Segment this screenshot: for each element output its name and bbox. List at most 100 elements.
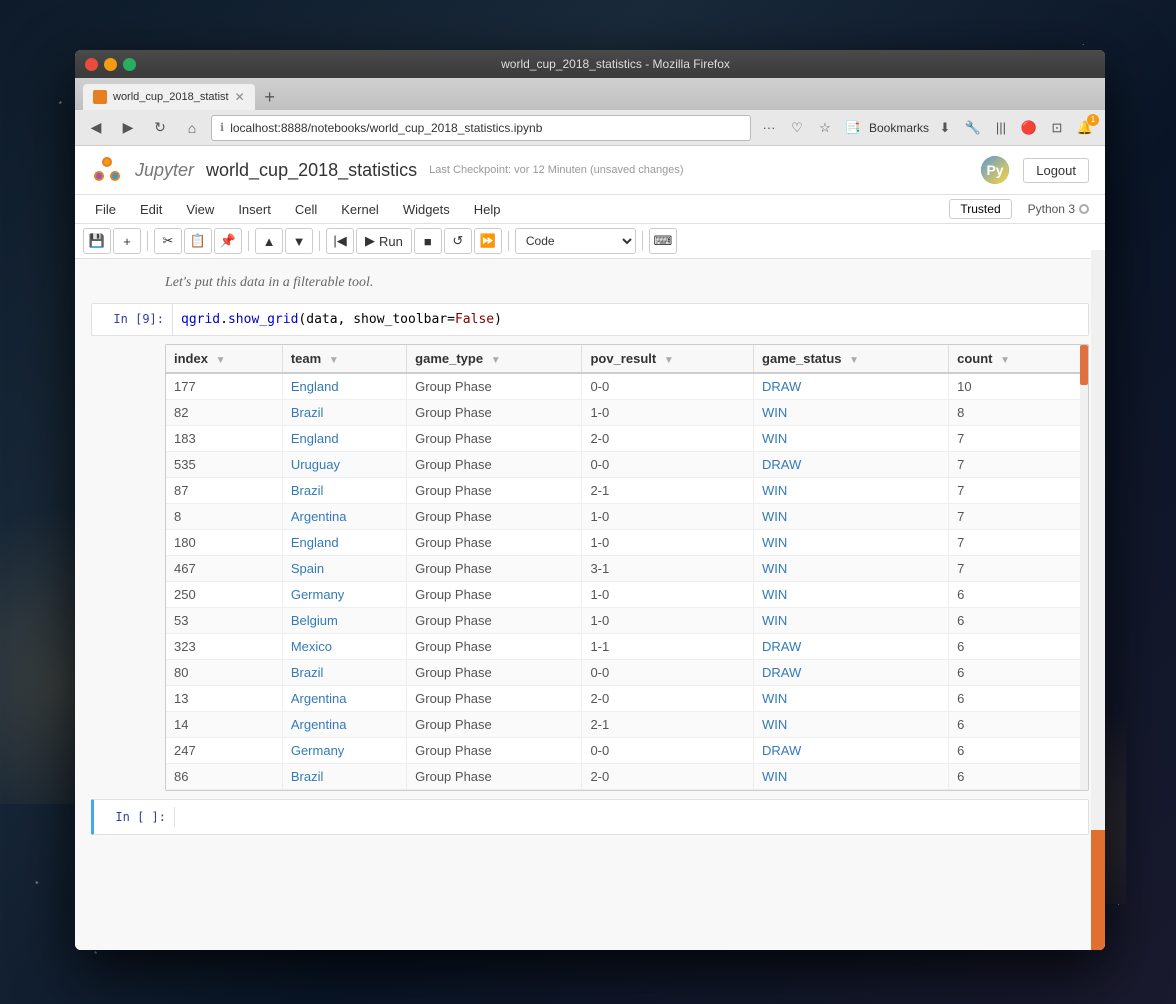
col-team[interactable]: team ▼: [282, 345, 406, 373]
page-scrollbar-thumb[interactable]: [1091, 830, 1105, 950]
download-button[interactable]: ⬇: [933, 116, 957, 140]
desktop: * · * · * · * · * · * world_cup_2018_sta…: [0, 0, 1176, 1004]
table-row[interactable]: 86 Brazil Group Phase 2-0 WIN 6: [166, 764, 1088, 790]
menu-view[interactable]: View: [182, 200, 218, 219]
table-row[interactable]: 8 Argentina Group Phase 1-0 WIN 7: [166, 504, 1088, 530]
menu-kernel[interactable]: Kernel: [337, 200, 383, 219]
trusted-button[interactable]: Trusted: [949, 199, 1011, 219]
filter-icon-pov-result[interactable]: ▼: [664, 355, 674, 366]
cell-game-status: WIN: [754, 400, 949, 426]
cell-pov-result: 2-0: [582, 764, 754, 790]
add-cell-button[interactable]: +: [113, 228, 141, 254]
empty-cell: In [ ]:: [91, 799, 1089, 835]
close-button[interactable]: [85, 58, 98, 71]
cell-game-type: Group Phase: [407, 504, 582, 530]
col-game-status[interactable]: game_status ▼: [754, 345, 949, 373]
cell-prompt: In [9]:: [92, 304, 172, 334]
cell-index: 535: [166, 452, 282, 478]
tab-close-button[interactable]: ✕: [235, 90, 245, 104]
interrupt-button[interactable]: ■: [414, 228, 442, 254]
code-cell: In [9]: qgrid.show_grid(data, show_toolb…: [91, 303, 1089, 336]
table-row[interactable]: 250 Germany Group Phase 1-0 WIN 6: [166, 582, 1088, 608]
cell-pov-result: 2-0: [582, 686, 754, 712]
table-row[interactable]: 87 Brazil Group Phase 2-1 WIN 7: [166, 478, 1088, 504]
cell-game-type: Group Phase: [407, 426, 582, 452]
tools-button[interactable]: 🔧: [961, 116, 985, 140]
addon-button[interactable]: 🔴: [1017, 116, 1041, 140]
minimize-button[interactable]: [104, 58, 117, 71]
table-row[interactable]: 183 England Group Phase 2-0 WIN 7: [166, 426, 1088, 452]
menu-widgets[interactable]: Widgets: [399, 200, 454, 219]
logout-button[interactable]: Logout: [1023, 158, 1089, 183]
cut-button[interactable]: ✂: [154, 228, 182, 254]
notebook-name[interactable]: world_cup_2018_statistics: [206, 160, 417, 181]
table-row[interactable]: 13 Argentina Group Phase 2-0 WIN 6: [166, 686, 1088, 712]
move-up-button[interactable]: ▲: [255, 228, 283, 254]
filter-icon-count[interactable]: ▼: [1000, 355, 1010, 366]
menu-help[interactable]: Help: [470, 200, 505, 219]
save-button[interactable]: 💾: [83, 228, 111, 254]
star-button[interactable]: ☆: [813, 116, 837, 140]
url-bar[interactable]: ℹ localhost:8888/notebooks/world_cup_201…: [211, 115, 751, 141]
menu-cell[interactable]: Cell: [291, 200, 321, 219]
home-button[interactable]: ⌂: [179, 115, 205, 141]
paste-button[interactable]: 📌: [214, 228, 242, 254]
cell-team: Brazil: [282, 400, 406, 426]
forward-button[interactable]: ▶: [115, 115, 141, 141]
cell-team: Uruguay: [282, 452, 406, 478]
menu-insert[interactable]: Insert: [234, 200, 275, 219]
pocket-button[interactable]: ♡: [785, 116, 809, 140]
copy-button[interactable]: 📋: [184, 228, 212, 254]
page-scrollbar[interactable]: [1091, 250, 1105, 950]
table-row[interactable]: 80 Brazil Group Phase 0-0 DRAW 6: [166, 660, 1088, 686]
maximize-button[interactable]: [123, 58, 136, 71]
run-button[interactable]: ▶ Run: [356, 228, 412, 254]
table-row[interactable]: 247 Germany Group Phase 0-0 DRAW 6: [166, 738, 1088, 764]
cell-game-type: Group Phase: [407, 373, 582, 400]
toolbar-sep-3: [319, 231, 320, 251]
col-count[interactable]: count ▼: [949, 345, 1088, 373]
keyboard-button[interactable]: ⌨: [649, 228, 677, 254]
menu-file[interactable]: File: [91, 200, 120, 219]
table-row[interactable]: 177 England Group Phase 0-0 DRAW 10: [166, 373, 1088, 400]
cell-team: Germany: [282, 582, 406, 608]
cell-content[interactable]: qgrid.show_grid(data, show_toolbar=False…: [172, 304, 1088, 335]
cell-index: 86: [166, 764, 282, 790]
cell-count: 6: [949, 608, 1088, 634]
toolbar-sep-2: [248, 231, 249, 251]
table-scrollbar[interactable]: [1080, 345, 1088, 790]
table-row[interactable]: 323 Mexico Group Phase 1-1 DRAW 6: [166, 634, 1088, 660]
new-tab-button[interactable]: +: [257, 84, 283, 110]
cell-type-select[interactable]: Code Markdown Raw NBConvert Heading: [515, 228, 636, 254]
table-row[interactable]: 467 Spain Group Phase 3-1 WIN 7: [166, 556, 1088, 582]
move-down-button[interactable]: ▼: [285, 228, 313, 254]
table-row[interactable]: 53 Belgium Group Phase 1-0 WIN 6: [166, 608, 1088, 634]
cell-team: Germany: [282, 738, 406, 764]
back-button[interactable]: ◀: [83, 115, 109, 141]
table-row[interactable]: 180 England Group Phase 1-0 WIN 7: [166, 530, 1088, 556]
active-tab[interactable]: world_cup_2018_statist ✕: [83, 84, 255, 110]
empty-cell-content[interactable]: [174, 807, 1088, 827]
filter-icon-team[interactable]: ▼: [329, 355, 339, 366]
library-button[interactable]: |||: [989, 116, 1013, 140]
fast-forward-button[interactable]: ⏩: [474, 228, 502, 254]
kernel-label: Python 3: [1028, 202, 1075, 216]
table-scrollbar-thumb[interactable]: [1080, 345, 1088, 385]
run-prev-button[interactable]: |◀: [326, 228, 354, 254]
filter-icon-index[interactable]: ▼: [216, 355, 226, 366]
col-pov-result[interactable]: pov_result ▼: [582, 345, 754, 373]
window-button[interactable]: ⊡: [1045, 116, 1069, 140]
data-table: index ▼ team ▼ game_type ▼: [166, 345, 1088, 790]
col-game-type[interactable]: game_type ▼: [407, 345, 582, 373]
col-index[interactable]: index ▼: [166, 345, 282, 373]
table-row[interactable]: 82 Brazil Group Phase 1-0 WIN 8: [166, 400, 1088, 426]
filter-icon-game-type[interactable]: ▼: [491, 355, 501, 366]
table-row[interactable]: 535 Uruguay Group Phase 0-0 DRAW 7: [166, 452, 1088, 478]
refresh-button[interactable]: ↻: [147, 115, 173, 141]
filter-icon-game-status[interactable]: ▼: [849, 355, 859, 366]
cell-index: 87: [166, 478, 282, 504]
menu-dots-button[interactable]: ···: [757, 116, 781, 140]
restart-button[interactable]: ↺: [444, 228, 472, 254]
menu-edit[interactable]: Edit: [136, 200, 166, 219]
table-row[interactable]: 14 Argentina Group Phase 2-1 WIN 6: [166, 712, 1088, 738]
